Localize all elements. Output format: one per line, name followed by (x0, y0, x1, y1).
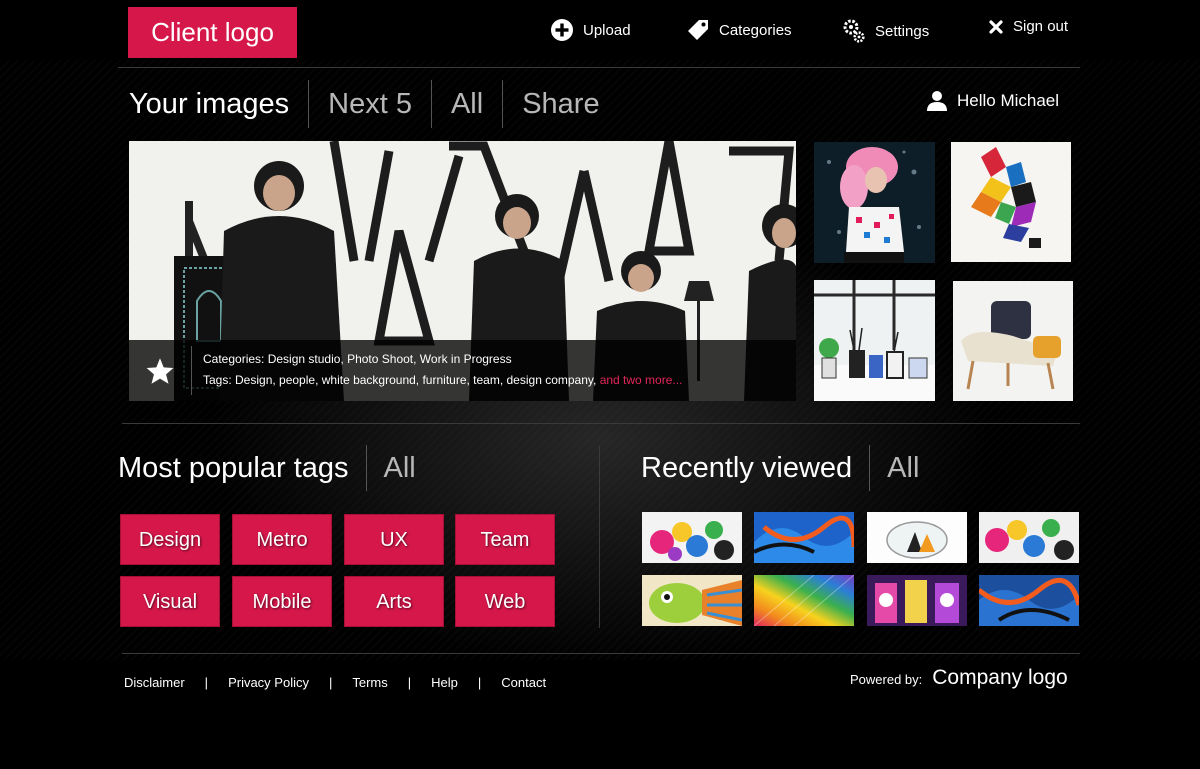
footer-separator: | (328, 674, 333, 690)
recent-thumbnail[interactable] (867, 575, 967, 626)
column-divider (599, 446, 600, 628)
footer-link-contact[interactable]: Contact (501, 675, 546, 690)
footer-divider (122, 653, 1080, 654)
company-logo[interactable]: Company logo (932, 666, 1067, 690)
user-greeting[interactable]: Hello Michael (926, 90, 1059, 112)
tag-icon (688, 20, 708, 40)
tag-button-visual[interactable]: Visual (120, 576, 220, 627)
more-tags-link[interactable]: and two more... (600, 373, 683, 387)
recent-thumbnail[interactable] (642, 512, 742, 563)
featured-tags: Tags: Design, people, white background, … (203, 373, 682, 387)
recent-thumbnail[interactable] (979, 575, 1079, 626)
header-divider (365, 445, 367, 491)
tag-button-arts[interactable]: Arts (344, 576, 444, 627)
thumbnail-image (642, 512, 742, 563)
thumbnail-image (754, 512, 854, 563)
thumbnail-desk-objects[interactable] (814, 280, 935, 401)
upload-label: Upload (583, 21, 631, 39)
header-divider (869, 445, 871, 491)
categories-button[interactable]: Categories (686, 18, 792, 42)
tab-share[interactable]: Share (503, 80, 618, 128)
footer-link-terms[interactable]: Terms (352, 675, 387, 690)
thumbnail-image (951, 142, 1071, 262)
thumbnail-image (814, 142, 935, 263)
popular-tags-title: Most popular tags (118, 451, 349, 484)
powered-by: Powered by: Company logo (850, 666, 1068, 690)
gears-icon (843, 19, 865, 43)
plus-circle-icon (551, 19, 573, 41)
recent-thumbnail[interactable] (867, 512, 967, 563)
popular-tags-all-link[interactable]: All (384, 452, 416, 485)
thumbnail-image (814, 280, 935, 401)
recent-thumbnail[interactable] (754, 575, 854, 626)
featured-info-bar: Categories: Design studio, Photo Shoot, … (129, 340, 796, 401)
image-tabs: Your images Next 5 All Share (129, 80, 619, 128)
user-icon (927, 91, 947, 111)
footer-separator: | (204, 674, 209, 690)
featured-categories: Categories: Design studio, Photo Shoot, … (203, 352, 512, 366)
section-divider (122, 423, 1080, 424)
favorite-button[interactable] (129, 340, 191, 401)
recently-viewed-header: Recently viewed All (641, 445, 919, 491)
tab-your-images[interactable]: Your images (129, 80, 308, 128)
tab-all[interactable]: All (432, 80, 502, 128)
categories-label: Categories (719, 21, 792, 39)
footer-link-disclaimer[interactable]: Disclaimer (124, 675, 185, 690)
popular-tags-header: Most popular tags All (118, 445, 416, 491)
thumbnail-image (979, 512, 1079, 563)
tag-button-web[interactable]: Web (455, 576, 555, 627)
header-divider (118, 67, 1080, 68)
tag-button-mobile[interactable]: Mobile (232, 576, 332, 627)
sign-out-button[interactable]: Sign out (988, 18, 1068, 35)
tag-button-ux[interactable]: UX (344, 514, 444, 565)
thumbnail-image (867, 512, 967, 563)
thumbnail-image (979, 575, 1079, 626)
thumbnail-image (953, 281, 1073, 401)
recent-thumbnail[interactable] (754, 512, 854, 563)
settings-button[interactable]: Settings (842, 18, 929, 44)
close-icon (989, 19, 1003, 34)
star-icon (146, 357, 174, 384)
info-divider (191, 346, 192, 395)
thumbnail-lounge-chair[interactable] (953, 281, 1073, 401)
footer-link-privacy-policy[interactable]: Privacy Policy (228, 675, 309, 690)
recently-viewed-title: Recently viewed (641, 451, 853, 484)
settings-label: Settings (875, 22, 930, 40)
featured-tags-text: Tags: Design, people, white background, … (203, 373, 597, 387)
footer-links: Disclaimer | Privacy Policy | Terms | He… (124, 672, 546, 692)
thumbnail-image (754, 575, 854, 626)
tab-next-5[interactable]: Next 5 (309, 80, 431, 128)
client-logo[interactable]: Client logo (128, 7, 297, 58)
recent-thumbnail[interactable] (979, 512, 1079, 563)
thumbnail-pink-hair-model[interactable] (814, 142, 935, 263)
footer-separator: | (407, 674, 412, 690)
upload-button[interactable]: Upload (550, 18, 631, 42)
recent-thumbnail[interactable] (642, 575, 742, 626)
footer-separator: | (477, 674, 482, 690)
tag-button-team[interactable]: Team (455, 514, 555, 565)
sign-out-label: Sign out (1013, 18, 1069, 35)
thumbnail-image (867, 575, 967, 626)
greeting-label: Hello Michael (957, 91, 1060, 110)
powered-by-label: Powered by: (850, 672, 923, 687)
thumbnail-geometric-poster[interactable] (951, 142, 1071, 262)
tag-button-metro[interactable]: Metro (232, 514, 332, 565)
footer-link-help[interactable]: Help (431, 675, 458, 690)
recently-viewed-all-link[interactable]: All (887, 452, 919, 485)
tag-button-design[interactable]: Design (120, 514, 220, 565)
thumbnail-image (642, 575, 742, 626)
